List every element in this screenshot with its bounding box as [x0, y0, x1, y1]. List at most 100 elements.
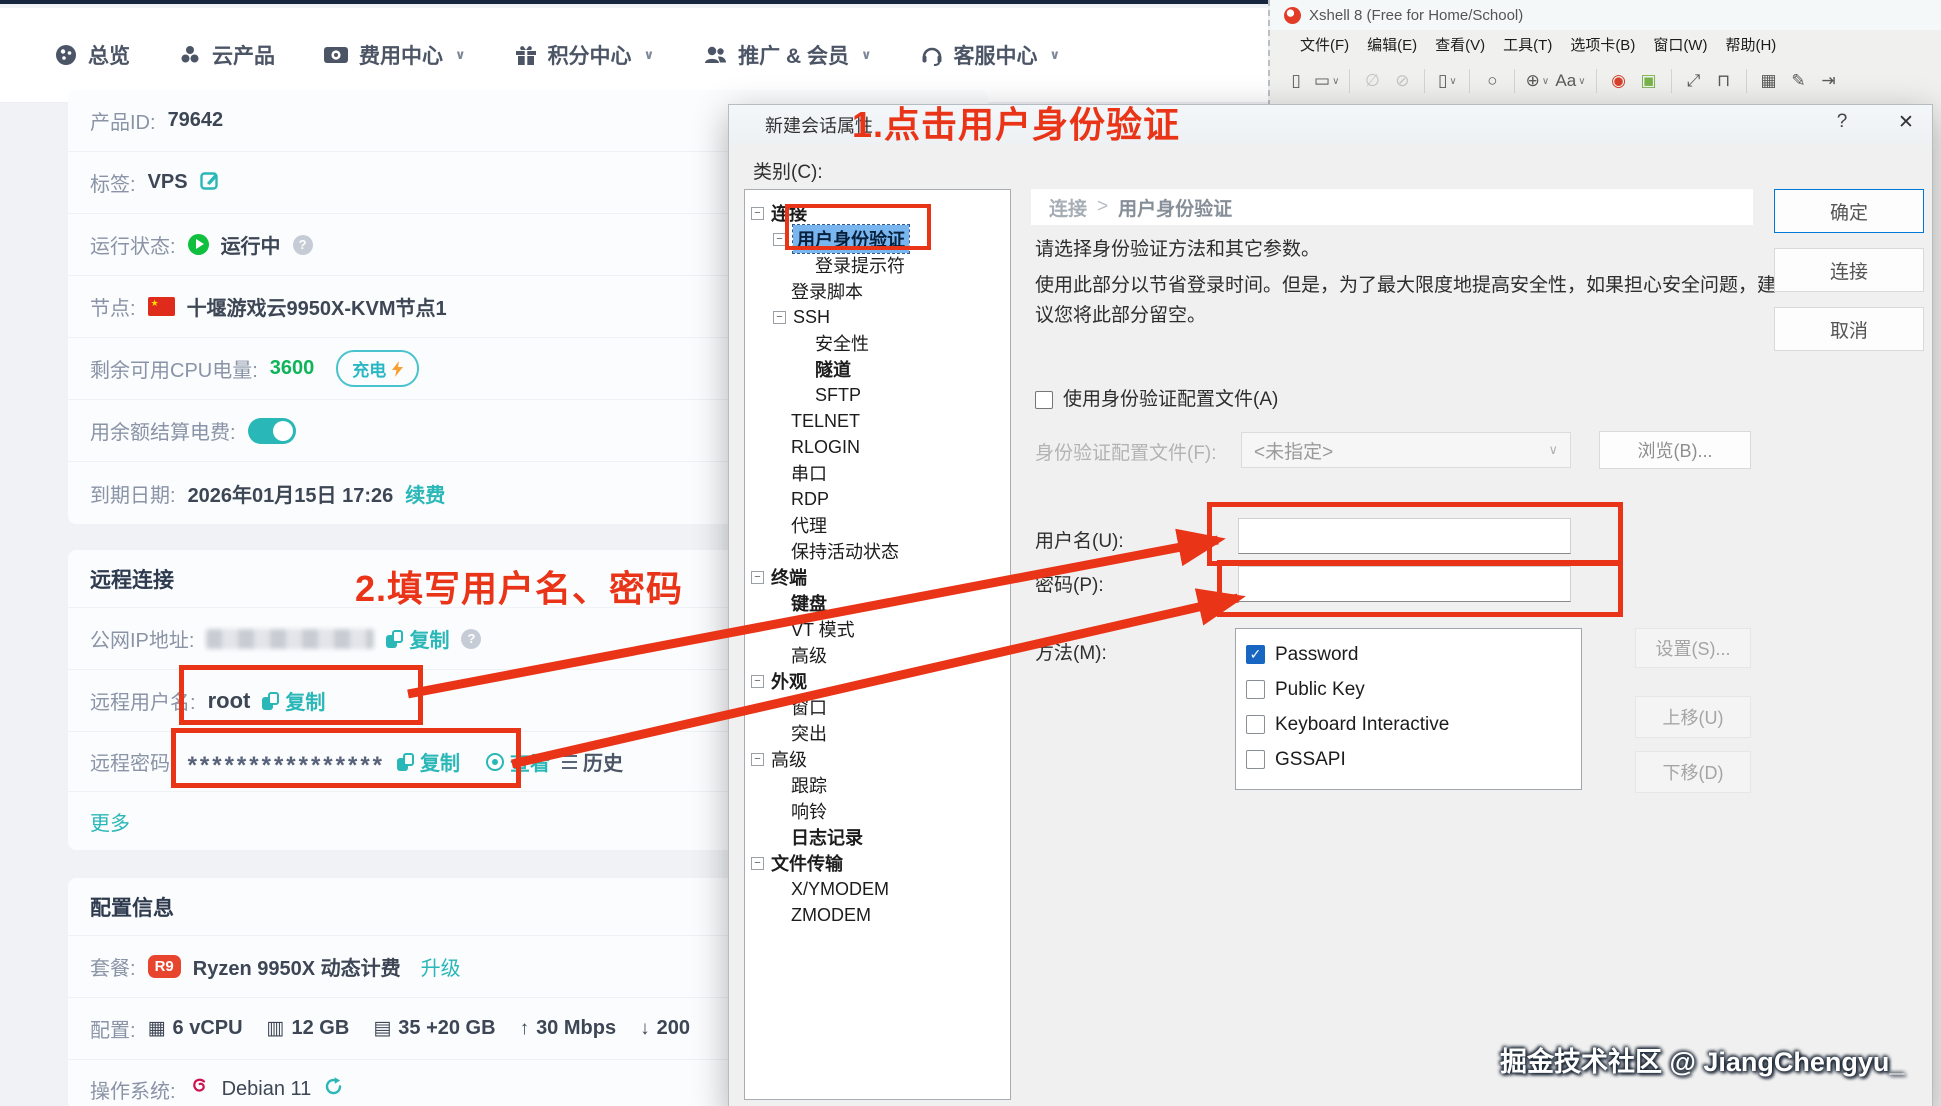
tree-item-登录脚本[interactable]: 登录脚本 — [745, 278, 1010, 304]
tree-item-安全性[interactable]: 安全性 — [745, 330, 1010, 356]
lock-screen-icon[interactable]: ⊓ — [1712, 68, 1736, 94]
category-tree: −连接−用户身份验证登录提示符登录脚本−SSH安全性隧道SFTPTELNETRL… — [744, 189, 1011, 1100]
dialog-help-button[interactable]: ? — [1827, 111, 1857, 139]
clone-session-icon[interactable]: ▯∨ — [1435, 68, 1459, 94]
font-size-icon[interactable]: Aa∨ — [1555, 68, 1585, 94]
xshell-titlebar[interactable]: Xshell 8 (Free for Home/School) — [1270, 0, 1941, 30]
copy-ip-button[interactable]: 复制 — [386, 624, 449, 653]
ip-help-icon[interactable]: ? — [461, 629, 481, 649]
tree-expander-icon[interactable]: − — [751, 207, 764, 220]
node-label: 节点: — [90, 292, 136, 321]
method-option-Password[interactable]: ✓Password — [1246, 637, 1581, 672]
reinstall-os-icon[interactable] — [323, 1076, 344, 1103]
xftp-app-icon[interactable]: ▣ — [1637, 68, 1661, 94]
open-folder-icon[interactable]: ▭∨ — [1314, 68, 1339, 94]
upgrade-link[interactable]: 升级 — [421, 952, 461, 981]
fullscreen-icon[interactable]: ⤢ — [1682, 68, 1706, 94]
tree-expander-icon[interactable]: − — [751, 675, 764, 688]
use-auth-profile-checkbox[interactable]: 使用身份验证配置文件(A) — [1035, 385, 1278, 415]
dialog-close-button[interactable]: ✕ — [1889, 111, 1923, 139]
move-up-button[interactable]: 上移(U) — [1635, 696, 1751, 738]
tree-item-响铃[interactable]: 响铃 — [745, 798, 1010, 824]
nav-item-客服中心[interactable]: 客服中心∨ — [920, 40, 1061, 70]
nav-item-云产品[interactable]: 云产品 — [178, 40, 275, 70]
tree-item-TELNET[interactable]: TELNET — [745, 408, 1010, 434]
method-option-GSSAPI[interactable]: GSSAPI — [1246, 742, 1581, 777]
unchecked-checkbox-icon[interactable] — [1246, 680, 1265, 699]
balance-billing-toggle[interactable] — [248, 418, 296, 444]
nav-item-积分中心[interactable]: 积分中心∨ — [514, 40, 655, 70]
menu-item[interactable]: 帮助(H) — [1725, 34, 1776, 55]
tree-expander-icon[interactable]: − — [773, 311, 786, 324]
method-option-Keyboard Interactive[interactable]: Keyboard Interactive — [1246, 707, 1581, 742]
tree-item-跟踪[interactable]: 跟踪 — [745, 772, 1010, 798]
tree-item-高级[interactable]: −高级 — [745, 746, 1010, 772]
menu-item[interactable]: 编辑(E) — [1367, 34, 1417, 55]
connect-button[interactable]: 连接 — [1774, 248, 1924, 292]
encoding-icon[interactable]: ⊕∨ — [1525, 68, 1549, 94]
tree-item-SSH[interactable]: −SSH — [745, 304, 1010, 330]
status-help-icon[interactable]: ? — [293, 235, 313, 255]
tree-expander-icon[interactable]: − — [751, 753, 764, 766]
tree-item-终端[interactable]: −终端 — [745, 564, 1010, 590]
spec-chip-text: 200 — [657, 1017, 690, 1040]
tree-item-代理[interactable]: 代理 — [745, 512, 1010, 538]
expire-value: 2026年01月15日 17:26 — [188, 479, 394, 508]
nav-item-总览[interactable]: 总览 — [54, 40, 130, 70]
cancel-button[interactable]: 取消 — [1774, 307, 1924, 351]
tree-item-日志记录[interactable]: 日志记录 — [745, 824, 1010, 850]
tree-item-RDP[interactable]: RDP — [745, 486, 1010, 512]
renew-link[interactable]: 续费 — [405, 479, 445, 508]
balance-billing-label: 用余额结算电费: — [90, 416, 236, 445]
new-session-icon[interactable]: ▯ — [1284, 68, 1308, 94]
top-navigation: 总览 云产品 费用中心∨ 积分中心∨ 推广 & 会员∨ 客服中心∨ — [0, 8, 1268, 103]
checked-checkbox-icon[interactable]: ✓ — [1246, 645, 1265, 664]
find-icon[interactable]: ○ — [1480, 68, 1504, 94]
browse-button[interactable]: 浏览(B)... — [1599, 431, 1751, 469]
tree-item-外观[interactable]: −外观 — [745, 668, 1010, 694]
tree-item-窗口[interactable]: 窗口 — [745, 694, 1010, 720]
nav-item-推广 & 会员[interactable]: 推广 & 会员∨ — [702, 40, 871, 70]
auth-profile-combobox[interactable]: <未指定> ∨ — [1241, 432, 1571, 468]
logoff-icon[interactable]: ⇥ — [1817, 68, 1841, 94]
settings-button[interactable]: 设置(S)... — [1635, 628, 1751, 668]
move-down-button[interactable]: 下移(D) — [1635, 751, 1751, 793]
os-value: Debian 11 — [222, 1078, 312, 1101]
tree-item-突出[interactable]: 突出 — [745, 720, 1010, 746]
tree-item-RLOGIN[interactable]: RLOGIN — [745, 434, 1010, 460]
reconnect-icon[interactable]: ⊘ — [1390, 68, 1414, 94]
method-option-label: GSSAPI — [1275, 749, 1346, 771]
disconnect-icon[interactable]: ∅ — [1360, 68, 1384, 94]
method-option-Public Key[interactable]: Public Key — [1246, 672, 1581, 707]
menu-item[interactable]: 工具(T) — [1503, 34, 1552, 55]
ok-button[interactable]: 确定 — [1774, 189, 1924, 233]
tree-item-高级[interactable]: 高级 — [745, 642, 1010, 668]
tree-item-保持活动状态[interactable]: 保持活动状态 — [745, 538, 1010, 564]
menu-item[interactable]: 文件(F) — [1300, 34, 1349, 55]
tree-item-SFTP[interactable]: SFTP — [745, 382, 1010, 408]
more-link[interactable]: 更多 — [90, 807, 130, 836]
edit-tag-icon[interactable] — [200, 170, 220, 196]
menu-item[interactable]: 选项卡(B) — [1570, 34, 1635, 55]
unchecked-checkbox-icon[interactable] — [1246, 750, 1265, 769]
tree-item-键盘[interactable]: 键盘 — [745, 590, 1010, 616]
password-history-button[interactable]: 历史 — [562, 747, 623, 776]
xshell-app-icon[interactable]: ◉ — [1607, 68, 1631, 94]
virtual-keyboard-icon[interactable]: ▦ — [1757, 68, 1781, 94]
charge-button[interactable]: 充电 — [336, 350, 419, 387]
nav-item-费用中心[interactable]: 费用中心∨ — [323, 40, 466, 70]
tree-item-ZMODEM[interactable]: ZMODEM — [745, 902, 1010, 928]
tree-expander-icon[interactable]: − — [751, 857, 764, 870]
menu-item[interactable]: 查看(V) — [1435, 34, 1485, 55]
compose-icon[interactable]: ✎ — [1787, 68, 1811, 94]
tree-item-X/YMODEM[interactable]: X/YMODEM — [745, 876, 1010, 902]
unchecked-checkbox-icon[interactable] — [1246, 715, 1265, 734]
tree-item-登录提示符[interactable]: 登录提示符 — [745, 252, 1010, 278]
tree-item-隧道[interactable]: 隧道 — [745, 356, 1010, 382]
menu-item[interactable]: 窗口(W) — [1653, 34, 1707, 55]
tree-item-文件传输[interactable]: −文件传输 — [745, 850, 1010, 876]
tree-expander-icon[interactable]: − — [751, 571, 764, 584]
tree-item-label: 键盘 — [791, 590, 827, 616]
tree-item-VT 模式[interactable]: VT 模式 — [745, 616, 1010, 642]
tree-item-串口[interactable]: 串口 — [745, 460, 1010, 486]
